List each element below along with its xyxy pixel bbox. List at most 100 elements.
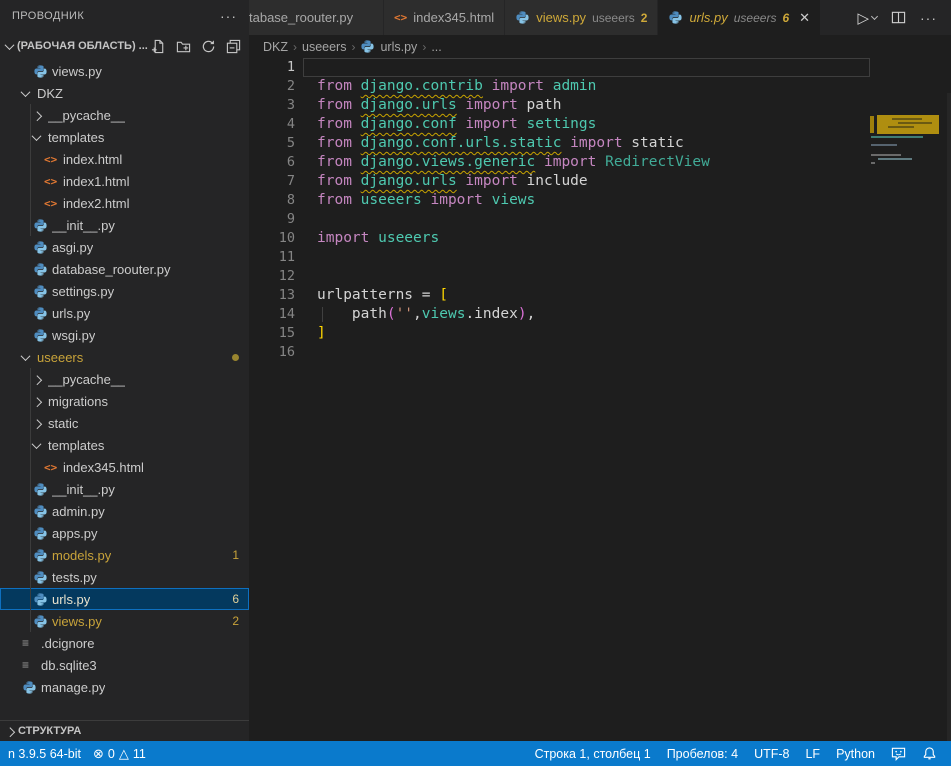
- tab-index345.html[interactable]: <>index345.html: [384, 0, 505, 35]
- feedback-icon[interactable]: [885, 746, 912, 761]
- language-mode-status[interactable]: Python: [830, 747, 881, 761]
- encoding-status[interactable]: UTF-8: [748, 747, 795, 761]
- code-line-8[interactable]: 8from useeers import views: [249, 191, 951, 210]
- tree-file-database_roouter.py[interactable]: database_roouter.py: [0, 258, 249, 280]
- tree-item-label: useeers: [37, 350, 83, 365]
- minimap[interactable]: [870, 113, 947, 766]
- line-number: 5: [249, 134, 295, 153]
- tree-file-urls.py[interactable]: urls.py: [0, 302, 249, 324]
- html-file-icon: <>: [44, 153, 57, 166]
- tree-item-label: db.sqlite3: [41, 658, 97, 673]
- refresh-icon[interactable]: [201, 39, 216, 54]
- tree-item-label: index345.html: [63, 460, 144, 475]
- tree-item-label: __pycache__: [48, 108, 125, 123]
- tree-file-views.py[interactable]: views.py2: [0, 610, 249, 632]
- tree-file-__init__.py[interactable]: __init__.py: [0, 214, 249, 236]
- cursor-position-status[interactable]: Строка 1, столбец 1: [529, 747, 657, 761]
- code-line-7[interactable]: 7from django.urls import include: [249, 172, 951, 191]
- chevron-right-icon: [32, 397, 42, 407]
- breadcrumb-item[interactable]: DKZ: [263, 40, 288, 54]
- tree-file-index2.html[interactable]: <>index2.html: [0, 192, 249, 214]
- code-editor[interactable]: 12from django.contrib import admin3from …: [249, 58, 951, 741]
- code-line-12[interactable]: 12: [249, 267, 951, 286]
- code-line-4[interactable]: 4from django.conf import settings: [249, 115, 951, 134]
- code-line-9[interactable]: 9: [249, 210, 951, 229]
- tree-file-index345.html[interactable]: <>index345.html: [0, 456, 249, 478]
- tree-folder-useeers[interactable]: useeers: [0, 346, 249, 368]
- line-number: 9: [249, 210, 295, 229]
- tree-file-settings.py[interactable]: settings.py: [0, 280, 249, 302]
- tree-file-wsgi.py[interactable]: wsgi.py: [0, 324, 249, 346]
- tree-folder-static[interactable]: static: [0, 412, 249, 434]
- new-file-icon[interactable]: [151, 39, 166, 54]
- code-line-11[interactable]: 11: [249, 248, 951, 267]
- run-dropdown-icon[interactable]: [871, 12, 878, 19]
- code-line-16[interactable]: 16: [249, 343, 951, 362]
- notifications-bell-icon[interactable]: [916, 746, 943, 761]
- tree-file-views.py[interactable]: views.py: [0, 60, 249, 82]
- editor-scrollbar[interactable]: [947, 93, 951, 741]
- breadcrumb-item[interactable]: useeers: [302, 40, 346, 54]
- tree-file-admin.py[interactable]: admin.py: [0, 500, 249, 522]
- code-line-text: path('',views.index),: [295, 305, 535, 324]
- code-line-10[interactable]: 10import useeers: [249, 229, 951, 248]
- workspace-section-header[interactable]: (РАБОЧАЯ ОБЛАСТЬ) ...: [0, 32, 249, 60]
- tree-file-urls.py[interactable]: urls.py6: [0, 588, 249, 610]
- tree-file-index.html[interactable]: <>index.html: [0, 148, 249, 170]
- run-icon: ▷: [857, 9, 869, 27]
- breadcrumb-separator: ›: [351, 40, 355, 54]
- breadcrumb-separator: ›: [293, 40, 297, 54]
- tree-folder-templates[interactable]: templates: [0, 126, 249, 148]
- collapse-all-icon[interactable]: [226, 39, 241, 54]
- chevron-right-icon: [5, 727, 15, 737]
- generic-file-icon: ≡: [22, 658, 29, 672]
- split-editor-icon[interactable]: [891, 10, 906, 25]
- tree-file-asgi.py[interactable]: asgi.py: [0, 236, 249, 258]
- close-tab-icon[interactable]: ✕: [799, 10, 810, 26]
- python-interpreter-status[interactable]: n 3.9.5 64-bit: [2, 747, 87, 761]
- code-line-5[interactable]: 5from django.conf.urls.static import sta…: [249, 134, 951, 153]
- eol-status[interactable]: LF: [799, 747, 826, 761]
- status-bar: n 3.9.5 64-bit ⊗ 0 △ 11 Строка 1, столбе…: [0, 741, 951, 766]
- code-line-3[interactable]: 3from django.urls import path: [249, 96, 951, 115]
- breadcrumb-item[interactable]: urls.py: [380, 40, 417, 54]
- tab-label: urls.py: [689, 10, 727, 25]
- code-line-14[interactable]: 14 path('',views.index),: [249, 305, 951, 324]
- line-number: 12: [249, 267, 295, 286]
- tree-folder-__pycache__[interactable]: __pycache__: [0, 368, 249, 390]
- code-line-1[interactable]: 1: [249, 58, 951, 77]
- tree-file-index1.html[interactable]: <>index1.html: [0, 170, 249, 192]
- tree-folder-templates[interactable]: templates: [0, 434, 249, 456]
- tree-item-label: wsgi.py: [52, 328, 95, 343]
- tree-item-label: apps.py: [52, 526, 98, 541]
- tree-file-tests.py[interactable]: tests.py: [0, 566, 249, 588]
- tab-label: index345.html: [413, 10, 494, 25]
- code-line-2[interactable]: 2from django.contrib import admin: [249, 77, 951, 96]
- run-button[interactable]: ▷: [857, 9, 877, 27]
- outline-section-header[interactable]: СТРУКТУРА: [0, 720, 249, 741]
- indentation-status[interactable]: Пробелов: 4: [661, 747, 744, 761]
- tab-urls.py[interactable]: urls.pyuseeers6✕: [658, 0, 821, 35]
- line-number: 4: [249, 115, 295, 134]
- explorer-more-icon[interactable]: ···: [220, 8, 237, 24]
- code-line-6[interactable]: 6from django.views.generic import Redire…: [249, 153, 951, 172]
- tree-file-.dcignore[interactable]: ≡.dcignore: [0, 632, 249, 654]
- code-line-13[interactable]: 13urlpatterns = [: [249, 286, 951, 305]
- new-folder-icon[interactable]: [176, 39, 191, 54]
- code-line-15[interactable]: 15]: [249, 324, 951, 343]
- tree-file-apps.py[interactable]: apps.py: [0, 522, 249, 544]
- tree-file-__init__.py[interactable]: __init__.py: [0, 478, 249, 500]
- python-icon: [33, 284, 48, 299]
- tree-file-db.sqlite3[interactable]: ≡ db.sqlite3: [0, 654, 249, 676]
- tree-file-models.py[interactable]: models.py1: [0, 544, 249, 566]
- tree-folder-__pycache__[interactable]: __pycache__: [0, 104, 249, 126]
- tree-folder-DKZ[interactable]: DKZ: [0, 82, 249, 104]
- problems-status[interactable]: ⊗ 0 △ 11: [87, 746, 152, 762]
- editor-more-icon[interactable]: ···: [920, 10, 937, 26]
- tree-folder-migrations[interactable]: migrations: [0, 390, 249, 412]
- tab-tabase_roouter.py[interactable]: tabase_roouter.py: [249, 0, 384, 35]
- breadcrumb[interactable]: DKZ›useeers›urls.py›...: [249, 35, 951, 58]
- tree-file-manage.py[interactable]: manage.py: [0, 676, 249, 698]
- breadcrumb-item[interactable]: ...: [431, 40, 441, 54]
- tab-views.py[interactable]: views.pyuseeers2: [505, 0, 658, 35]
